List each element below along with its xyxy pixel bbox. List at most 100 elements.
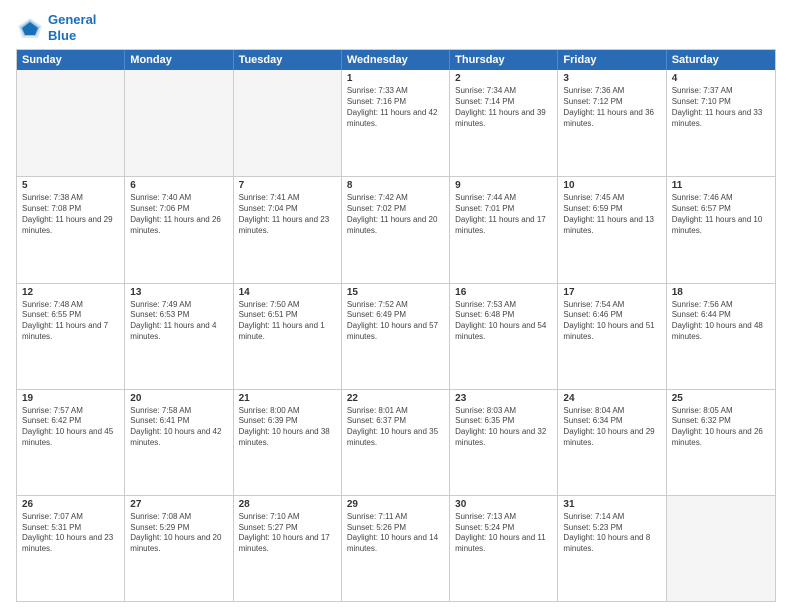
cell-info: Sunrise: 7:45 AM Sunset: 6:59 PM Dayligh… — [563, 193, 660, 236]
calendar-header: Sunday Monday Tuesday Wednesday Thursday… — [17, 50, 775, 70]
cal-cell: 24 Sunrise: 8:04 AM Sunset: 6:34 PM Dayli… — [558, 390, 666, 495]
cell-info: Sunrise: 7:44 AM Sunset: 7:01 PM Dayligh… — [455, 193, 552, 236]
calendar-row-4: 19 Sunrise: 7:57 AM Sunset: 6:42 PM Dayli… — [17, 389, 775, 495]
day-number: 13 — [130, 287, 227, 298]
day-number: 15 — [347, 287, 444, 298]
header-sunday: Sunday — [17, 50, 125, 70]
cal-cell: 14 Sunrise: 7:50 AM Sunset: 6:51 PM Dayli… — [234, 284, 342, 389]
day-number: 16 — [455, 287, 552, 298]
cal-cell: 30 Sunrise: 7:13 AM Sunset: 5:24 PM Dayli… — [450, 496, 558, 601]
day-number: 23 — [455, 393, 552, 404]
cell-info: Sunrise: 7:42 AM Sunset: 7:02 PM Dayligh… — [347, 193, 444, 236]
cal-cell: 28 Sunrise: 7:10 AM Sunset: 5:27 PM Dayli… — [234, 496, 342, 601]
calendar: Sunday Monday Tuesday Wednesday Thursday… — [16, 49, 776, 602]
day-number: 27 — [130, 499, 227, 510]
cal-cell: 23 Sunrise: 8:03 AM Sunset: 6:35 PM Dayli… — [450, 390, 558, 495]
cell-info: Sunrise: 7:07 AM Sunset: 5:31 PM Dayligh… — [22, 512, 119, 555]
cell-info: Sunrise: 8:05 AM Sunset: 6:32 PM Dayligh… — [672, 406, 770, 449]
cal-cell: 20 Sunrise: 7:58 AM Sunset: 6:41 PM Dayli… — [125, 390, 233, 495]
cal-cell: 10Sunrise: 7:45 AM Sunset: 6:59 PM Dayli… — [558, 177, 666, 282]
header-monday: Monday — [125, 50, 233, 70]
header-friday: Friday — [558, 50, 666, 70]
day-number: 17 — [563, 287, 660, 298]
day-number: 25 — [672, 393, 770, 404]
cell-info: Sunrise: 7:54 AM Sunset: 6:46 PM Dayligh… — [563, 300, 660, 343]
cell-info: Sunrise: 8:03 AM Sunset: 6:35 PM Dayligh… — [455, 406, 552, 449]
calendar-body: 1 Sunrise: 7:33 AM Sunset: 7:16 PM Daylig… — [17, 70, 775, 601]
day-number: 2 — [455, 73, 552, 84]
header-wednesday: Wednesday — [342, 50, 450, 70]
day-number: 21 — [239, 393, 336, 404]
day-number: 26 — [22, 499, 119, 510]
cal-cell — [17, 70, 125, 176]
cal-cell — [667, 496, 775, 601]
day-number: 7 — [239, 180, 336, 191]
header-tuesday: Tuesday — [234, 50, 342, 70]
cell-info: Sunrise: 7:33 AM Sunset: 7:16 PM Dayligh… — [347, 86, 444, 129]
cal-cell: 5 Sunrise: 7:38 AM Sunset: 7:08 PM Daylig… — [17, 177, 125, 282]
logo-text: General Blue — [48, 12, 96, 43]
cell-info: Sunrise: 7:34 AM Sunset: 7:14 PM Dayligh… — [455, 86, 552, 129]
calendar-row-2: 5 Sunrise: 7:38 AM Sunset: 7:08 PM Daylig… — [17, 176, 775, 282]
cell-info: Sunrise: 7:38 AM Sunset: 7:08 PM Dayligh… — [22, 193, 119, 236]
cal-cell: 9Sunrise: 7:44 AM Sunset: 7:01 PM Daylig… — [450, 177, 558, 282]
cell-info: Sunrise: 8:04 AM Sunset: 6:34 PM Dayligh… — [563, 406, 660, 449]
logo-icon — [16, 16, 44, 40]
cal-cell: 19 Sunrise: 7:57 AM Sunset: 6:42 PM Dayli… — [17, 390, 125, 495]
cell-info: Sunrise: 7:58 AM Sunset: 6:41 PM Dayligh… — [130, 406, 227, 449]
cell-info: Sunrise: 7:36 AM Sunset: 7:12 PM Dayligh… — [563, 86, 660, 129]
cell-info: Sunrise: 7:49 AM Sunset: 6:53 PM Dayligh… — [130, 300, 227, 343]
day-number: 19 — [22, 393, 119, 404]
cell-info: Sunrise: 7:57 AM Sunset: 6:42 PM Dayligh… — [22, 406, 119, 449]
cal-cell: 26 Sunrise: 7:07 AM Sunset: 5:31 PM Dayli… — [17, 496, 125, 601]
cell-info: Sunrise: 7:46 AM Sunset: 6:57 PM Dayligh… — [672, 193, 770, 236]
cal-cell: 31 Sunrise: 7:14 AM Sunset: 5:23 PM Dayli… — [558, 496, 666, 601]
day-number: 6 — [130, 180, 227, 191]
calendar-row-5: 26 Sunrise: 7:07 AM Sunset: 5:31 PM Dayli… — [17, 495, 775, 601]
day-number: 31 — [563, 499, 660, 510]
cal-cell: 18Sunrise: 7:56 AM Sunset: 6:44 PM Dayli… — [667, 284, 775, 389]
day-number: 4 — [672, 73, 770, 84]
cal-cell: 22 Sunrise: 8:01 AM Sunset: 6:37 PM Dayli… — [342, 390, 450, 495]
calendar-row-3: 12 Sunrise: 7:48 AM Sunset: 6:55 PM Dayli… — [17, 283, 775, 389]
day-number: 12 — [22, 287, 119, 298]
cal-cell: 15 Sunrise: 7:52 AM Sunset: 6:49 PM Dayli… — [342, 284, 450, 389]
cal-cell: 12 Sunrise: 7:48 AM Sunset: 6:55 PM Dayli… — [17, 284, 125, 389]
cell-info: Sunrise: 8:01 AM Sunset: 6:37 PM Dayligh… — [347, 406, 444, 449]
cell-info: Sunrise: 7:37 AM Sunset: 7:10 PM Dayligh… — [672, 86, 770, 129]
cal-cell: 25 Sunrise: 8:05 AM Sunset: 6:32 PM Dayli… — [667, 390, 775, 495]
day-number: 1 — [347, 73, 444, 84]
cal-cell: 6 Sunrise: 7:40 AM Sunset: 7:06 PM Daylig… — [125, 177, 233, 282]
cell-info: Sunrise: 7:11 AM Sunset: 5:26 PM Dayligh… — [347, 512, 444, 555]
cal-cell: 27 Sunrise: 7:08 AM Sunset: 5:29 PM Dayli… — [125, 496, 233, 601]
logo: General Blue — [16, 12, 96, 43]
cell-info: Sunrise: 7:53 AM Sunset: 6:48 PM Dayligh… — [455, 300, 552, 343]
day-number: 14 — [239, 287, 336, 298]
cal-cell: 21Sunrise: 8:00 AM Sunset: 6:39 PM Dayli… — [234, 390, 342, 495]
cell-info: Sunrise: 7:48 AM Sunset: 6:55 PM Dayligh… — [22, 300, 119, 343]
cell-info: Sunrise: 7:10 AM Sunset: 5:27 PM Dayligh… — [239, 512, 336, 555]
day-number: 28 — [239, 499, 336, 510]
cell-info: Sunrise: 7:13 AM Sunset: 5:24 PM Dayligh… — [455, 512, 552, 555]
cell-info: Sunrise: 7:08 AM Sunset: 5:29 PM Dayligh… — [130, 512, 227, 555]
page-header: General Blue — [16, 12, 776, 43]
calendar-row-1: 1 Sunrise: 7:33 AM Sunset: 7:16 PM Daylig… — [17, 70, 775, 176]
day-number: 5 — [22, 180, 119, 191]
cell-info: Sunrise: 7:56 AM Sunset: 6:44 PM Dayligh… — [672, 300, 770, 343]
cal-cell: 4 Sunrise: 7:37 AM Sunset: 7:10 PM Daylig… — [667, 70, 775, 176]
day-number: 20 — [130, 393, 227, 404]
day-number: 22 — [347, 393, 444, 404]
cal-cell: 13 Sunrise: 7:49 AM Sunset: 6:53 PM Dayli… — [125, 284, 233, 389]
calendar-page: General Blue Sunday Monday Tuesday Wedne… — [0, 0, 792, 612]
cal-cell: 17 Sunrise: 7:54 AM Sunset: 6:46 PM Dayli… — [558, 284, 666, 389]
cell-info: Sunrise: 7:40 AM Sunset: 7:06 PM Dayligh… — [130, 193, 227, 236]
day-number: 24 — [563, 393, 660, 404]
cell-info: Sunrise: 7:50 AM Sunset: 6:51 PM Dayligh… — [239, 300, 336, 343]
header-saturday: Saturday — [667, 50, 775, 70]
day-number: 30 — [455, 499, 552, 510]
day-number: 29 — [347, 499, 444, 510]
day-number: 11 — [672, 180, 770, 191]
cell-info: Sunrise: 7:52 AM Sunset: 6:49 PM Dayligh… — [347, 300, 444, 343]
cal-cell: 8Sunrise: 7:42 AM Sunset: 7:02 PM Daylig… — [342, 177, 450, 282]
cell-info: Sunrise: 7:14 AM Sunset: 5:23 PM Dayligh… — [563, 512, 660, 555]
